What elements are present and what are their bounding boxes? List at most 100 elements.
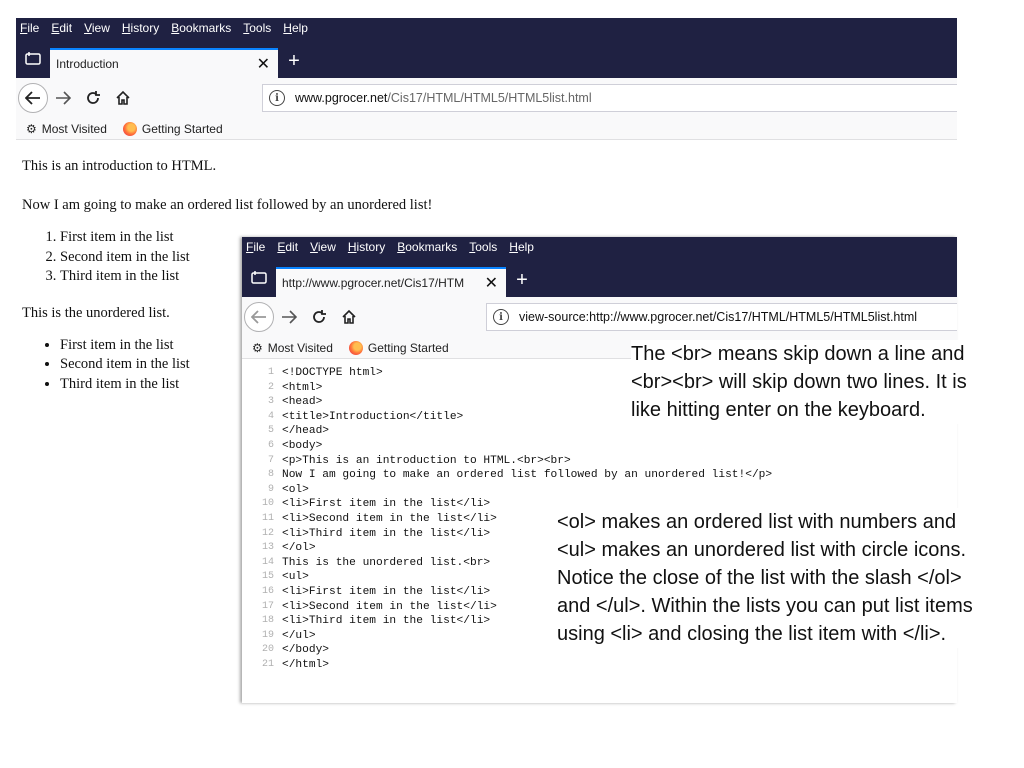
gear-icon: ⚙ bbox=[252, 340, 263, 355]
bookmark-label: Most Visited bbox=[267, 340, 333, 355]
menu-help[interactable]: Help bbox=[283, 21, 308, 35]
source-line: 21 </html> bbox=[242, 658, 957, 673]
home-icon[interactable] bbox=[108, 83, 138, 113]
new-tab-icon[interactable]: + bbox=[278, 46, 310, 76]
source-code: <li>First item in the list</li> bbox=[282, 498, 491, 511]
line-number: 21 bbox=[261, 658, 274, 670]
reload-icon[interactable] bbox=[78, 83, 108, 113]
ordered-intro-text: Now I am going to make an ordered list f… bbox=[22, 197, 433, 213]
source-code: <!DOCTYPE html> bbox=[282, 367, 383, 379]
source-code: <body> bbox=[282, 439, 323, 452]
tab-bar: Introduction ✕ + bbox=[16, 38, 957, 78]
tab-list-icon[interactable] bbox=[242, 262, 276, 292]
new-tab-icon[interactable]: + bbox=[506, 265, 538, 295]
close-tab-icon[interactable]: ✕ bbox=[485, 273, 498, 293]
menu-bar: File Edit View History Bookmarks Tools H… bbox=[16, 18, 957, 38]
url-bar[interactable]: i view-source:http://www.pgrocer.net/Cis… bbox=[486, 303, 957, 331]
source-code: <ul> bbox=[282, 571, 309, 584]
source-line: 7 <p>This is an introduction to HTML.<br>… bbox=[242, 454, 957, 469]
back-button[interactable] bbox=[244, 302, 274, 332]
line-number: 18 bbox=[261, 615, 274, 627]
menu-tools[interactable]: Tools bbox=[243, 21, 271, 35]
menu-bookmarks[interactable]: Bookmarks bbox=[397, 240, 457, 254]
reload-icon[interactable] bbox=[304, 302, 334, 332]
forward-arrow-icon[interactable] bbox=[48, 83, 78, 113]
firefox-icon bbox=[122, 121, 137, 136]
nav-bar: i view-source:http://www.pgrocer.net/Cis… bbox=[242, 297, 957, 337]
source-code: </ol> bbox=[282, 542, 316, 555]
forward-arrow-icon[interactable] bbox=[274, 302, 304, 332]
menu-edit[interactable]: Edit bbox=[277, 240, 298, 254]
source-code: <p>This is an introduction to HTML.<br><… bbox=[282, 454, 571, 467]
source-code: <html> bbox=[282, 381, 323, 394]
source-code: </body> bbox=[282, 644, 329, 657]
bookmark-label: Getting Started bbox=[367, 340, 449, 355]
menu-file[interactable]: File bbox=[20, 21, 39, 35]
menu-edit[interactable]: Edit bbox=[51, 21, 72, 35]
source-code: </ul> bbox=[282, 629, 316, 642]
tab-bar: http://www.pgrocer.net/Cis17/HTM ✕ + bbox=[242, 257, 957, 297]
bookmark-label: Getting Started bbox=[141, 121, 223, 136]
source-code: </html> bbox=[282, 658, 329, 671]
nav-bar: i www.pgrocer.net/Cis17/HTML/HTML5/HTML5… bbox=[16, 78, 957, 118]
menu-file[interactable]: File bbox=[246, 240, 265, 254]
tab-list-icon[interactable] bbox=[16, 43, 50, 73]
source-code: </head> bbox=[282, 425, 329, 438]
source-line: 6 <body> bbox=[242, 439, 957, 454]
bookmarks-toolbar: ⚙ Most Visited Getting Started bbox=[16, 118, 957, 140]
line-number: 6 bbox=[267, 439, 274, 451]
back-arrow-icon bbox=[18, 83, 48, 113]
home-icon[interactable] bbox=[334, 302, 364, 332]
close-tab-icon[interactable]: ✕ bbox=[257, 54, 270, 74]
source-code: <li>Third item in the list</li> bbox=[282, 615, 491, 628]
menu-history[interactable]: History bbox=[122, 21, 159, 35]
bookmark-most-visited[interactable]: ⚙ Most Visited bbox=[26, 122, 107, 136]
bookmark-label: Most Visited bbox=[41, 121, 107, 136]
line-number: 9 bbox=[267, 483, 274, 495]
source-code: <li>Second item in the list</li> bbox=[282, 512, 497, 525]
url-host: www.pgrocer.net bbox=[295, 91, 388, 105]
tab-view-source[interactable]: http://www.pgrocer.net/Cis17/HTM ✕ bbox=[276, 267, 506, 297]
menu-view[interactable]: View bbox=[84, 21, 110, 35]
tab-title: Introduction bbox=[56, 57, 119, 71]
line-number: 14 bbox=[261, 556, 274, 568]
back-button[interactable] bbox=[18, 83, 48, 113]
source-line: 9 <ol> bbox=[242, 483, 957, 498]
line-number: 17 bbox=[261, 600, 274, 612]
source-line: 8 Now I am going to make an ordered list … bbox=[242, 468, 957, 483]
line-number: 8 bbox=[267, 469, 274, 481]
source-code: <head> bbox=[282, 396, 323, 409]
url-path: /Cis17/HTML/HTML5/HTML5list.html bbox=[387, 91, 592, 105]
tab-title: http://www.pgrocer.net/Cis17/HTM bbox=[282, 276, 465, 290]
annotation-br: The <br> means skip down a line and <br>… bbox=[631, 340, 991, 424]
back-arrow-icon bbox=[244, 302, 274, 332]
menu-view[interactable]: View bbox=[310, 240, 336, 254]
menu-tools[interactable]: Tools bbox=[469, 240, 497, 254]
source-code: <title>Introduction</title> bbox=[282, 410, 464, 423]
bookmark-getting-started[interactable]: Getting Started bbox=[122, 121, 223, 136]
info-icon[interactable]: i bbox=[493, 309, 509, 325]
gear-icon: ⚙ bbox=[26, 121, 37, 136]
line-number: 19 bbox=[261, 629, 274, 641]
url-bar[interactable]: i www.pgrocer.net/Cis17/HTML/HTML5/HTML5… bbox=[262, 84, 957, 112]
source-code: <li>First item in the list</li> bbox=[282, 585, 491, 598]
source-code: <li>Third item in the list</li> bbox=[282, 527, 491, 540]
bookmark-getting-started[interactable]: Getting Started bbox=[348, 340, 449, 355]
source-code: <ol> bbox=[282, 483, 309, 496]
info-icon[interactable]: i bbox=[269, 90, 285, 106]
line-number: 1 bbox=[267, 367, 274, 378]
line-number: 12 bbox=[261, 527, 274, 539]
menu-bookmarks[interactable]: Bookmarks bbox=[171, 21, 231, 35]
line-number: 15 bbox=[261, 571, 274, 583]
menu-history[interactable]: History bbox=[348, 240, 385, 254]
source-code: This is the unordered list.<br> bbox=[282, 556, 491, 569]
line-number: 20 bbox=[261, 644, 274, 656]
tab-introduction[interactable]: Introduction ✕ bbox=[50, 48, 278, 78]
bookmark-most-visited[interactable]: ⚙ Most Visited bbox=[252, 341, 333, 355]
line-number: 3 bbox=[267, 396, 274, 408]
url-text: view-source:http://www.pgrocer.net/Cis17… bbox=[519, 310, 918, 324]
line-number: 4 bbox=[267, 410, 274, 422]
annotation-lists: <ol> makes an ordered list with numbers … bbox=[557, 508, 987, 648]
intro-text: This is an introduction to HTML. bbox=[22, 158, 217, 174]
menu-help[interactable]: Help bbox=[509, 240, 534, 254]
